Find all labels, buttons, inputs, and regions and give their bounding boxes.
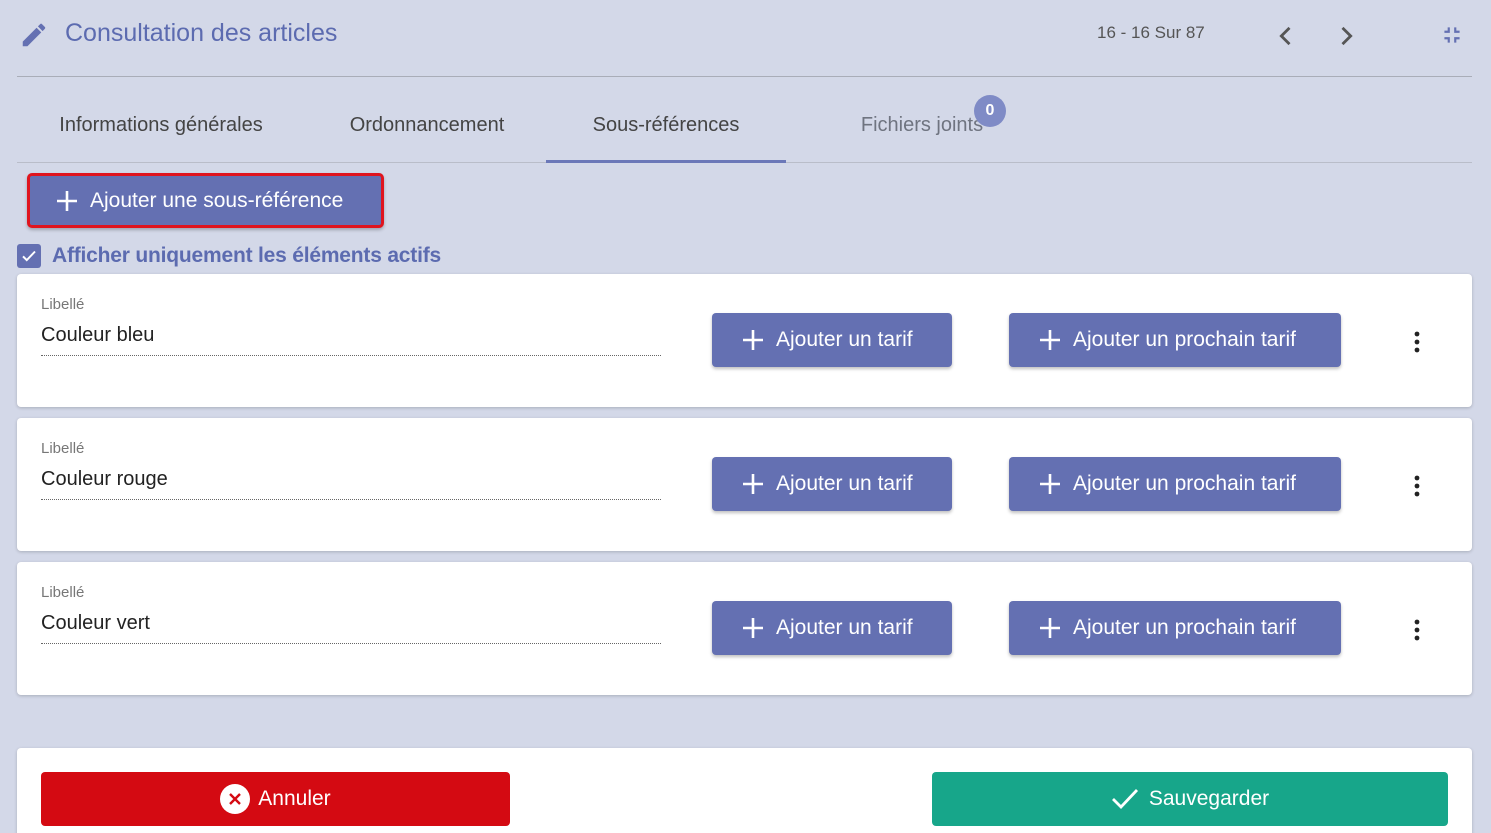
add-sub-reference-button[interactable]: Ajouter une sous-référence	[27, 173, 384, 228]
pager-count: 16 - 16 Sur 87	[1097, 23, 1205, 42]
sub-reference-card: Libellé Couleur vert Ajouter un tarif Aj…	[17, 562, 1472, 695]
add-tarif-label: Ajouter un tarif	[776, 328, 913, 351]
sub-reference-card: Libellé Couleur rouge Ajouter un tarif A…	[17, 418, 1472, 551]
add-next-tarif-label: Ajouter un prochain tarif	[1073, 328, 1296, 351]
check-icon	[22, 250, 36, 262]
tab-informations-generales[interactable]: Informations générales	[35, 80, 287, 162]
add-tarif-label: Ajouter un tarif	[776, 472, 913, 495]
save-label: Sauvegarder	[1148, 787, 1270, 810]
plus-icon	[57, 190, 77, 211]
active-only-checkbox[interactable]	[17, 244, 41, 268]
libelle-input[interactable]: Couleur vert	[41, 612, 661, 644]
add-sub-reference-label: Ajouter une sous-référence	[90, 188, 344, 212]
libelle-input[interactable]: Couleur rouge	[41, 468, 661, 500]
tab-sous-references[interactable]: Sous-références	[546, 80, 786, 163]
more-vertical-icon[interactable]	[1405, 618, 1429, 642]
active-filter-toggle[interactable]: Afficher uniquement les éléments actifs	[17, 244, 441, 268]
add-next-tarif-label: Ajouter un prochain tarif	[1073, 616, 1296, 639]
collapse-icon[interactable]	[1439, 22, 1465, 48]
save-button[interactable]: Sauvegarder	[932, 772, 1448, 826]
tab-ordonnancement[interactable]: Ordonnancement	[317, 80, 537, 162]
add-next-tarif-button[interactable]: Ajouter un prochain tarif	[1009, 457, 1341, 511]
attachment-count-badge: 0	[974, 95, 1006, 127]
plus-icon	[743, 330, 763, 350]
add-next-tarif-button[interactable]: Ajouter un prochain tarif	[1009, 313, 1341, 367]
check-icon	[1111, 789, 1138, 810]
add-next-tarif-label: Ajouter un prochain tarif	[1073, 472, 1296, 495]
add-tarif-button[interactable]: Ajouter un tarif	[712, 601, 952, 655]
tab-bar: Informations générales Ordonnancement So…	[17, 80, 1472, 163]
add-next-tarif-button[interactable]: Ajouter un prochain tarif	[1009, 601, 1341, 655]
active-only-label: Afficher uniquement les éléments actifs	[52, 244, 441, 267]
pencil-icon	[22, 23, 46, 47]
field-label: Libellé	[41, 296, 85, 313]
plus-icon	[1040, 474, 1060, 494]
plus-icon	[1040, 330, 1060, 350]
field-label: Libellé	[41, 584, 85, 601]
add-tarif-button[interactable]: Ajouter un tarif	[712, 313, 952, 367]
add-tarif-label: Ajouter un tarif	[776, 616, 913, 639]
sub-reference-card: Libellé Couleur bleu Ajouter un tarif Aj…	[17, 274, 1472, 407]
chevron-left-icon[interactable]	[1272, 22, 1300, 50]
close-circle-icon	[220, 784, 251, 814]
field-label: Libellé	[41, 440, 85, 457]
add-tarif-button[interactable]: Ajouter un tarif	[712, 457, 952, 511]
page-title: Consultation des articles	[65, 19, 338, 47]
plus-icon	[1040, 618, 1060, 638]
more-vertical-icon[interactable]	[1405, 330, 1429, 354]
page-header: Consultation des articles 16 - 16 Sur 87	[17, 0, 1472, 77]
form-footer: Annuler Sauvegarder	[17, 748, 1472, 833]
chevron-right-icon[interactable]	[1332, 22, 1360, 50]
plus-icon	[743, 618, 763, 638]
more-vertical-icon[interactable]	[1405, 474, 1429, 498]
libelle-input[interactable]: Couleur bleu	[41, 324, 661, 356]
plus-icon	[743, 474, 763, 494]
cancel-button[interactable]: Annuler	[41, 772, 510, 826]
cancel-label: Annuler	[258, 787, 331, 810]
